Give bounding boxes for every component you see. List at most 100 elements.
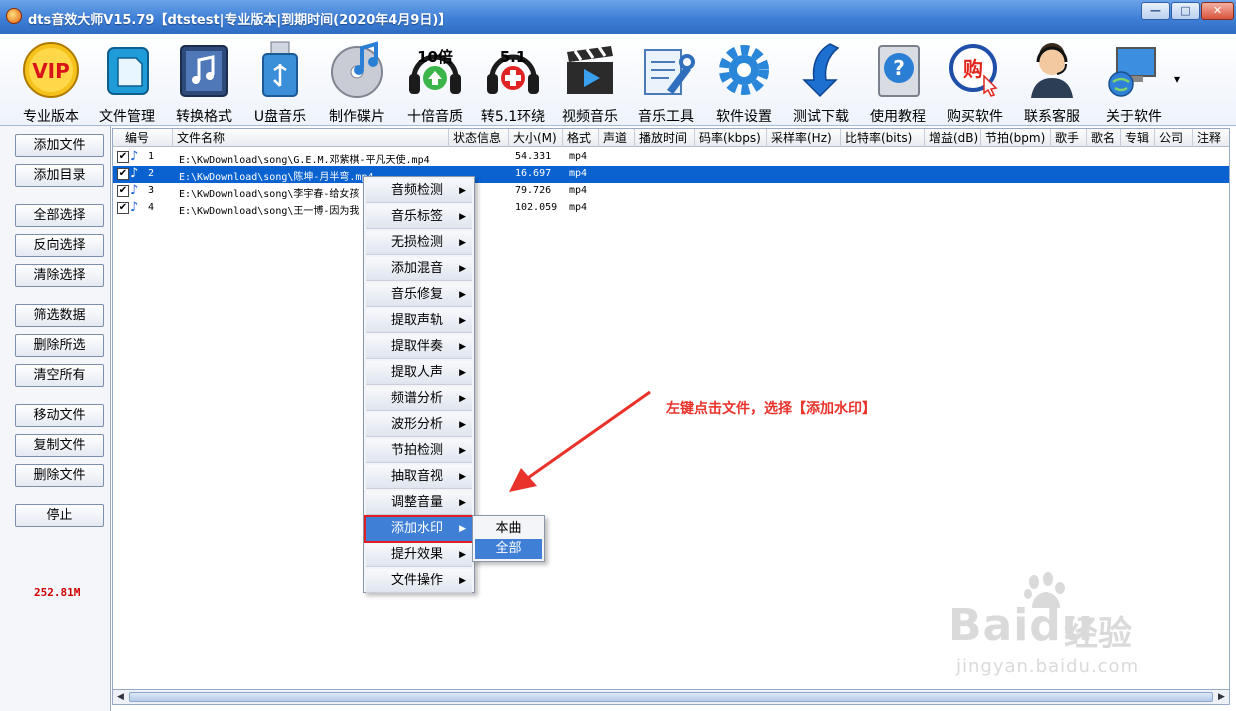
col-channels[interactable]: 声道 xyxy=(599,129,635,147)
menu-item-spectrum-analysis[interactable]: 频谱分析 ▶ xyxy=(366,387,472,411)
select-all-button[interactable]: 全部选择 xyxy=(15,204,104,227)
toolbar-label: 测试下载 xyxy=(793,109,849,125)
menu-item-music-tag[interactable]: 音乐标签 ▶ xyxy=(366,205,472,229)
toolbar-usb-button[interactable]: U盘音乐 xyxy=(243,40,317,125)
move-file-button[interactable]: 移动文件 xyxy=(15,404,104,427)
toolbar-label: 文件管理 xyxy=(99,109,155,125)
toolbar-music-tools-button[interactable]: 音乐工具 xyxy=(629,40,703,125)
toolbar-label: 软件设置 xyxy=(716,109,772,125)
scrollbar-thumb[interactable] xyxy=(129,692,1213,702)
clear-all-button[interactable]: 清空所有 xyxy=(15,364,104,387)
table-row[interactable]: ✔ ♪ 3 E:\KwDownload\song\李宇春-给女孩 79.726 … xyxy=(113,183,1229,200)
col-filename[interactable]: 文件名称 xyxy=(173,129,449,147)
menu-item-extract-vocals[interactable]: 提取人声 ▶ xyxy=(366,361,472,385)
menu-item-label: 提取伴奏 xyxy=(391,339,444,354)
toolbar-disc-button[interactable]: 制作碟片 xyxy=(320,40,394,125)
scroll-right-arrow-icon[interactable]: ▶ xyxy=(1214,690,1229,704)
toolbar-about-button[interactable]: 关于软件 xyxy=(1097,40,1171,125)
horizontal-scrollbar[interactable]: ◀ ▶ xyxy=(112,689,1230,705)
table-row-selected[interactable]: ✔ ♪ 2 E:\KwDownload\song\陈坤-月半弯.mp4 16.6… xyxy=(113,166,1229,183)
menu-item-lossless-detect[interactable]: 无损检测 ▶ xyxy=(366,231,472,255)
delete-file-button[interactable]: 删除文件 xyxy=(15,464,104,487)
minimize-button[interactable]: — xyxy=(1141,2,1170,20)
submenu-arrow-icon: ▶ xyxy=(459,186,466,196)
table-row[interactable]: ✔ ♪ 1 E:\KwDownload\song\G.E.M.邓紫棋-平凡天使.… xyxy=(113,149,1229,166)
filter-data-button[interactable]: 筛选数据 xyxy=(15,304,104,327)
menu-item-waveform-analysis[interactable]: 波形分析 ▶ xyxy=(366,413,472,437)
col-index[interactable]: 编号 xyxy=(113,129,173,147)
toolbar-more-chevron-icon[interactable]: ▾ xyxy=(1174,72,1180,86)
add-folder-button[interactable]: 添加目录 xyxy=(15,164,104,187)
col-size[interactable]: 大小(M) xyxy=(509,129,563,147)
submenu-item-current-track[interactable]: 本曲 xyxy=(475,519,542,539)
copy-file-button[interactable]: 复制文件 xyxy=(15,434,104,457)
menu-item-label: 节拍检测 xyxy=(391,443,444,458)
toolbar-tutorial-button[interactable]: ? 使用教程 xyxy=(861,40,935,125)
table-row[interactable]: ✔ ♪ 4 E:\KwDownload\song\王一博-因为我 102.059… xyxy=(113,200,1229,217)
toolbar-10x-quality-button[interactable]: 10倍 十倍音质 xyxy=(398,40,472,125)
submenu-arrow-icon: ▶ xyxy=(459,368,466,378)
col-bitrate[interactable]: 码率(kbps) xyxy=(695,129,767,147)
about-computer-icon xyxy=(1108,47,1156,97)
menu-item-add-mix[interactable]: 添加混音 ▶ xyxy=(366,257,472,281)
menu-item-enhance-effect[interactable]: 提升效果 ▶ xyxy=(366,543,472,567)
toolbar-test-download-button[interactable]: 测试下载 xyxy=(784,40,858,125)
delete-selected-button[interactable]: 删除所选 xyxy=(15,334,104,357)
row-format: mp4 xyxy=(569,185,588,196)
toolbar-51-surround-button[interactable]: 5.1 转5.1环绕 xyxy=(476,40,550,125)
disc-music-icon xyxy=(331,41,383,98)
vip-badge: VIP xyxy=(32,59,70,83)
toolbar-file-manage-button[interactable]: 文件管理 xyxy=(90,40,164,125)
menu-item-extract-av[interactable]: 抽取音视 ▶ xyxy=(366,465,472,489)
col-title[interactable]: 歌名 xyxy=(1087,129,1121,147)
col-company[interactable]: 公司 xyxy=(1155,129,1193,147)
menu-item-music-repair[interactable]: 音乐修复 ▶ xyxy=(366,283,472,307)
scroll-left-arrow-icon[interactable]: ◀ xyxy=(113,690,128,704)
toolbar-vip-button[interactable]: VIP 专业版本 xyxy=(14,40,88,125)
add-file-button[interactable]: 添加文件 xyxy=(15,134,104,157)
col-samplerate[interactable]: 采样率(Hz) xyxy=(767,129,841,147)
invert-selection-button[interactable]: 反向选择 xyxy=(15,234,104,257)
col-bpm[interactable]: 节拍(bpm) xyxy=(981,129,1051,147)
col-status[interactable]: 状态信息 xyxy=(449,129,509,147)
col-album[interactable]: 专辑 xyxy=(1121,129,1155,147)
row-checkbox[interactable]: ✔ xyxy=(117,185,129,197)
menu-item-add-watermark[interactable]: 添加水印 ▶ xyxy=(364,515,474,543)
toolbar-label: 视频音乐 xyxy=(562,109,618,125)
toolbar-label: 专业版本 xyxy=(23,109,79,125)
menu-item-adjust-volume[interactable]: 调整音量 ▶ xyxy=(366,491,472,515)
row-checkbox[interactable]: ✔ xyxy=(117,202,129,214)
menu-item-beat-detect[interactable]: 节拍检测 ▶ xyxy=(366,439,472,463)
row-index: 3 xyxy=(148,185,155,196)
gear-icon xyxy=(719,45,769,95)
menu-item-extract-track[interactable]: 提取声轨 ▶ xyxy=(366,309,472,333)
menu-item-extract-accompaniment[interactable]: 提取伴奏 ▶ xyxy=(366,335,472,359)
col-bitdepth[interactable]: 比特率(bits) xyxy=(841,129,925,147)
row-size: 79.726 xyxy=(515,185,552,196)
toolbar-convert-button[interactable]: 转换格式 xyxy=(167,40,241,125)
submenu-item-all[interactable]: 全部 xyxy=(475,539,542,559)
toolbar-settings-button[interactable]: 软件设置 xyxy=(707,40,781,125)
col-format[interactable]: 格式 xyxy=(563,129,599,147)
row-checkbox[interactable]: ✔ xyxy=(117,168,129,180)
col-gain[interactable]: 增益(dB) xyxy=(925,129,981,147)
toolbar-support-button[interactable]: 联系客服 xyxy=(1015,40,1089,125)
row-path: E:\KwDownload\song\李宇春-给女孩 xyxy=(179,189,360,200)
submenu-arrow-icon: ▶ xyxy=(459,472,466,482)
toolbar-video-music-button[interactable]: 视频音乐 xyxy=(553,40,627,125)
row-format: mp4 xyxy=(569,151,588,162)
clear-selection-button[interactable]: 清除选择 xyxy=(15,264,104,287)
maximize-button[interactable]: □ xyxy=(1171,2,1200,20)
close-button[interactable]: ✕ xyxy=(1201,2,1234,20)
toolbar-buy-button[interactable]: 购 购买软件 xyxy=(938,40,1012,125)
menu-item-audio-detect[interactable]: 音频检测 ▶ xyxy=(366,179,472,203)
col-artist[interactable]: 歌手 xyxy=(1051,129,1087,147)
row-checkbox[interactable]: ✔ xyxy=(117,151,129,163)
stop-button[interactable]: 停止 xyxy=(15,504,104,527)
col-duration[interactable]: 播放时间 xyxy=(635,129,695,147)
menu-item-label: 音频检测 xyxy=(391,183,444,198)
menu-item-file-operations[interactable]: 文件操作 ▶ xyxy=(366,569,472,593)
row-path: E:\KwDownload\song\陈坤-月半弯.mp4 xyxy=(179,172,374,183)
col-comment[interactable]: 注释 xyxy=(1193,129,1229,147)
menu-item-label: 无损检测 xyxy=(391,235,444,250)
